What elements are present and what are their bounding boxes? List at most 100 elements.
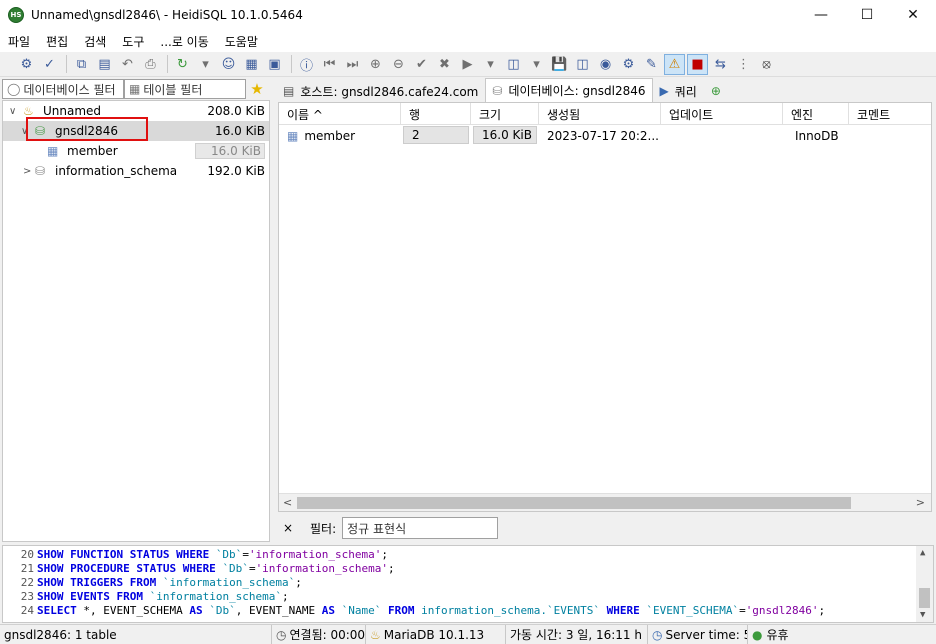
menu-search[interactable]: 검색 xyxy=(76,33,114,50)
sql-log-line: 22 SHOW TRIGGERS FROM `information_schema… xyxy=(5,576,302,590)
explain-icon[interactable]: ◫ xyxy=(503,54,524,75)
toolbar-separator xyxy=(291,55,292,73)
play-icon: ▶ xyxy=(659,84,669,98)
left-filter-bar: ◯ 데이터베이스 필터 ▦ 테이블 필터 ★ xyxy=(0,78,272,100)
scrollbar-thumb[interactable] xyxy=(919,588,930,608)
paste-icon[interactable]: ▤ xyxy=(94,54,115,75)
cell-created[interactable]: 2023-07-17 20:2... xyxy=(539,125,661,147)
column-header-size[interactable]: 크기 xyxy=(471,103,539,125)
minimize-button[interactable]: — xyxy=(798,0,844,30)
tab-label: 쿼리 xyxy=(674,84,697,99)
tree-item-table-member[interactable]: ▦ member 16.0 KiB xyxy=(3,141,269,161)
expand-icon[interactable]: > xyxy=(23,166,31,177)
database-filter-placeholder: 데이터베이스 필터 xyxy=(23,82,116,97)
sql-log[interactable]: 20 SHOW FUNCTION STATUS WHERE `Db`='infor… xyxy=(2,545,934,623)
main-tabs: ▤ 호스트: gnsdl2846.cafe24.com ⛁ 데이터베이스: gn… xyxy=(276,78,936,102)
close-button[interactable]: ✕ xyxy=(890,0,936,30)
insert-record-icon[interactable]: ⊕ xyxy=(365,54,386,75)
database-icon: ⛁ xyxy=(492,83,503,98)
warning-icon[interactable]: ⚠ xyxy=(664,53,685,75)
scroll-left-icon[interactable]: < xyxy=(283,496,292,509)
undo-icon[interactable]: ↶ xyxy=(117,54,138,75)
more-icon[interactable]: ⋮ xyxy=(733,54,754,75)
scroll-down-icon[interactable]: ▼ xyxy=(920,610,925,620)
cell-updated[interactable] xyxy=(661,125,783,147)
tab-host[interactable]: ▤ 호스트: gnsdl2846.cafe24.com xyxy=(276,80,485,102)
tab-query[interactable]: ▶ 쿼리 xyxy=(653,80,704,102)
collapse-icon[interactable]: ∨ xyxy=(9,106,16,117)
cancel-icon[interactable]: ✖ xyxy=(434,54,455,75)
menu-help[interactable]: 도움말 xyxy=(217,33,266,50)
maintenance-icon[interactable]: ▦ xyxy=(241,54,262,75)
table-row[interactable]: ▦ member 2 16.0 KiB 2023-07-17 20:2... I… xyxy=(279,125,931,147)
binoculars-icon[interactable]: ◉ xyxy=(595,54,616,75)
delete-record-icon[interactable]: ⊖ xyxy=(388,54,409,75)
line-number: 22 xyxy=(20,576,34,589)
first-record-icon[interactable]: ⏮ xyxy=(319,54,340,75)
export-icon[interactable]: ▣ xyxy=(264,54,285,75)
clock-icon: ◷ xyxy=(276,627,287,642)
horizontal-scrollbar[interactable]: < > xyxy=(279,493,931,511)
explain-dropdown-icon[interactable]: ▾ xyxy=(526,54,547,75)
cell-name[interactable]: ▦ member xyxy=(279,125,401,147)
column-header-created[interactable]: 생성됨 xyxy=(539,103,661,125)
user-manager-icon[interactable]: ☺ xyxy=(218,54,239,75)
database-filter-input[interactable]: ◯ 데이터베이스 필터 xyxy=(2,79,124,99)
cell-engine[interactable]: InnoDB xyxy=(783,125,849,147)
tree-item-size: 192.0 KiB xyxy=(207,164,265,178)
tab-new-query[interactable]: ⊕ xyxy=(704,80,734,102)
sql-token: WHERE xyxy=(599,604,647,617)
menu-edit[interactable]: 편집 xyxy=(38,33,76,50)
sql-token: ; xyxy=(818,604,826,617)
help-icon[interactable]: ⓘ xyxy=(296,54,317,75)
wrap-icon[interactable]: ⇆ xyxy=(710,54,731,75)
sql-token: `information_schema` xyxy=(149,590,283,603)
sql-token: = xyxy=(739,604,746,617)
stop-on-error-icon[interactable]: ■ xyxy=(687,53,708,75)
database-icon: ⛁ xyxy=(35,164,46,178)
copy-icon[interactable]: ⧉ xyxy=(71,54,92,75)
menu-file[interactable]: 파일 xyxy=(0,33,38,50)
cell-comment[interactable] xyxy=(849,125,931,147)
load-sql-icon[interactable]: ◫ xyxy=(572,54,593,75)
refresh-icon[interactable]: ↻ xyxy=(172,54,193,75)
print-icon[interactable]: ⎙ xyxy=(140,54,161,75)
favorites-star-icon[interactable]: ★ xyxy=(246,80,268,98)
replace-icon[interactable]: ⚙ xyxy=(618,54,639,75)
menu-bar: 파일 편집 검색 도구 ...로 이동 도움말 xyxy=(0,30,936,52)
cell-rows[interactable]: 2 xyxy=(403,126,469,144)
filter-input[interactable]: 정규 표현식 xyxy=(342,517,499,539)
window-title: Unnamed\gnsdl2846\ - HeidiSQL 10.1.0.546… xyxy=(31,8,303,22)
menu-goto[interactable]: ...로 이동 xyxy=(152,33,216,50)
run-icon[interactable]: ▶ xyxy=(457,54,478,75)
column-header-updated[interactable]: 업데이트 xyxy=(661,103,783,125)
vertical-scrollbar[interactable]: ▲ ▼ xyxy=(916,546,933,622)
run-dropdown-icon[interactable]: ▾ xyxy=(480,54,501,75)
save-icon[interactable]: 💾 xyxy=(549,54,570,75)
column-header-name[interactable]: 이름 ^ xyxy=(279,103,401,125)
tree-item-database-information-schema[interactable]: > ⛁ information_schema 192.0 KiB xyxy=(3,161,269,181)
column-header-engine[interactable]: 엔진 xyxy=(783,103,849,125)
maximize-button[interactable]: ☐ xyxy=(844,0,890,30)
exit-icon[interactable]: ⦻ xyxy=(756,54,777,75)
table-filter-input[interactable]: ▦ 테이블 필터 xyxy=(124,79,246,99)
sql-token: SHOW FUNCTION STATUS WHERE xyxy=(37,548,216,561)
refresh-dropdown-icon[interactable]: ▾ xyxy=(195,54,216,75)
column-header-rows[interactable]: 행 xyxy=(401,103,471,125)
session-manager-icon[interactable]: ⚙ xyxy=(16,54,37,75)
disconnect-icon[interactable]: ✓ xyxy=(39,54,60,75)
post-icon[interactable]: ✔ xyxy=(411,54,432,75)
close-filter-icon[interactable]: × xyxy=(276,521,300,535)
sql-token: 'information_schema' xyxy=(255,562,389,575)
sql-token: 'gnsdl2846' xyxy=(745,604,819,617)
cell-size[interactable]: 16.0 KiB xyxy=(473,126,537,144)
column-header-comment[interactable]: 코멘트 xyxy=(849,103,931,125)
last-record-icon[interactable]: ⏭ xyxy=(342,54,363,75)
scrollbar-thumb[interactable] xyxy=(297,497,851,509)
tab-database[interactable]: ⛁ 데이터베이스: gnsdl2846 xyxy=(485,78,653,102)
scroll-up-icon[interactable]: ▲ xyxy=(920,548,925,558)
menu-tools[interactable]: 도구 xyxy=(114,33,152,50)
scroll-right-icon[interactable]: > xyxy=(916,496,925,509)
edit-icon[interactable]: ✎ xyxy=(641,54,662,75)
filter-placeholder: 정규 표현식 xyxy=(347,521,407,536)
